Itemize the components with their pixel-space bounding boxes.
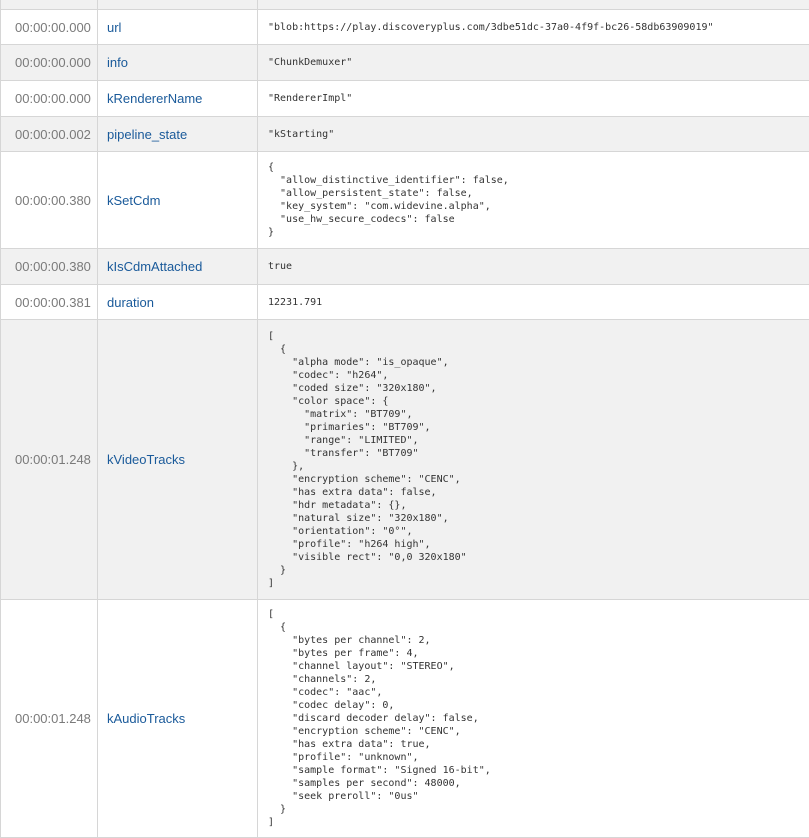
property-value: "ChunkDemuxer" xyxy=(268,57,353,68)
property-value-cell: "ChunkDemuxer" xyxy=(257,44,809,81)
table-row: 00:00:00.380 kIsCdmAttached true xyxy=(0,248,809,285)
timestamp-cell: 00:00:00.380 xyxy=(0,151,98,249)
property-value-cell xyxy=(257,0,809,10)
property-value-cell: true xyxy=(257,248,809,285)
property-name-cell: kVideoTracks xyxy=(97,319,258,600)
timestamp-cell xyxy=(0,0,98,10)
table-row: 00:00:01.248 kVideoTracks [ { "alpha mod… xyxy=(0,319,809,600)
property-value-cell: [ { "bytes per channel": 2, "bytes per f… xyxy=(257,599,809,838)
table-row xyxy=(0,0,809,10)
property-value: true xyxy=(268,261,293,272)
table-row: 00:00:00.380 kSetCdm { "allow_distinctiv… xyxy=(0,151,809,249)
property-value-cell: "RendererImpl" xyxy=(257,80,809,117)
table-row: 00:00:01.248 kAudioTracks [ { "bytes per… xyxy=(0,599,809,838)
timestamp-cell: 00:00:00.381 xyxy=(0,284,98,320)
property-value-cell: "kStarting" xyxy=(257,116,809,152)
property-name-cell: pipeline_state xyxy=(97,116,258,152)
property-value: "kStarting" xyxy=(268,128,335,140)
property-name-cell: duration xyxy=(97,284,258,320)
table-row: 00:00:00.000 url "blob:https://play.disc… xyxy=(0,9,809,45)
property-value-cell: 12231.791 xyxy=(257,284,809,320)
property-name-cell: kIsCdmAttached xyxy=(97,248,258,285)
timestamp-cell: 00:00:01.248 xyxy=(0,599,98,838)
property-name-cell: info xyxy=(97,44,258,81)
property-value-cell: "blob:https://play.discoveryplus.com/3db… xyxy=(257,9,809,45)
property-value-cell: { "allow_distinctive_identifier": false,… xyxy=(257,151,809,249)
timestamp-cell: 00:00:00.000 xyxy=(0,80,98,117)
property-value: "RendererImpl" xyxy=(268,93,353,104)
property-value: { "allow_distinctive_identifier": false,… xyxy=(268,162,509,238)
property-value: 12231.791 xyxy=(268,296,323,308)
timestamp-cell: 00:00:00.380 xyxy=(0,248,98,285)
table-row: 00:00:00.000 info "ChunkDemuxer" xyxy=(0,44,809,81)
property-name-cell: kRendererName xyxy=(97,80,258,117)
property-name-cell: kSetCdm xyxy=(97,151,258,249)
property-value: [ { "alpha mode": "is_opaque", "codec": … xyxy=(268,330,467,589)
timestamp-cell: 00:00:00.000 xyxy=(0,9,98,45)
media-log-table: 00:00:00.000 url "blob:https://play.disc… xyxy=(0,0,809,838)
table-row: 00:00:00.000 kRendererName "RendererImpl… xyxy=(0,80,809,117)
table-row: 00:00:00.002 pipeline_state "kStarting" xyxy=(0,116,809,152)
property-value-cell: [ { "alpha mode": "is_opaque", "codec": … xyxy=(257,319,809,600)
timestamp-cell: 00:00:00.002 xyxy=(0,116,98,152)
timestamp-cell: 00:00:01.248 xyxy=(0,319,98,600)
property-name-cell xyxy=(97,0,258,10)
timestamp-cell: 00:00:00.000 xyxy=(0,44,98,81)
property-value: "blob:https://play.discoveryplus.com/3db… xyxy=(268,21,714,33)
property-name-cell: kAudioTracks xyxy=(97,599,258,838)
property-name-cell: url xyxy=(97,9,258,45)
property-value: [ { "bytes per channel": 2, "bytes per f… xyxy=(268,609,491,828)
table-row: 00:00:00.381 duration 12231.791 xyxy=(0,284,809,320)
